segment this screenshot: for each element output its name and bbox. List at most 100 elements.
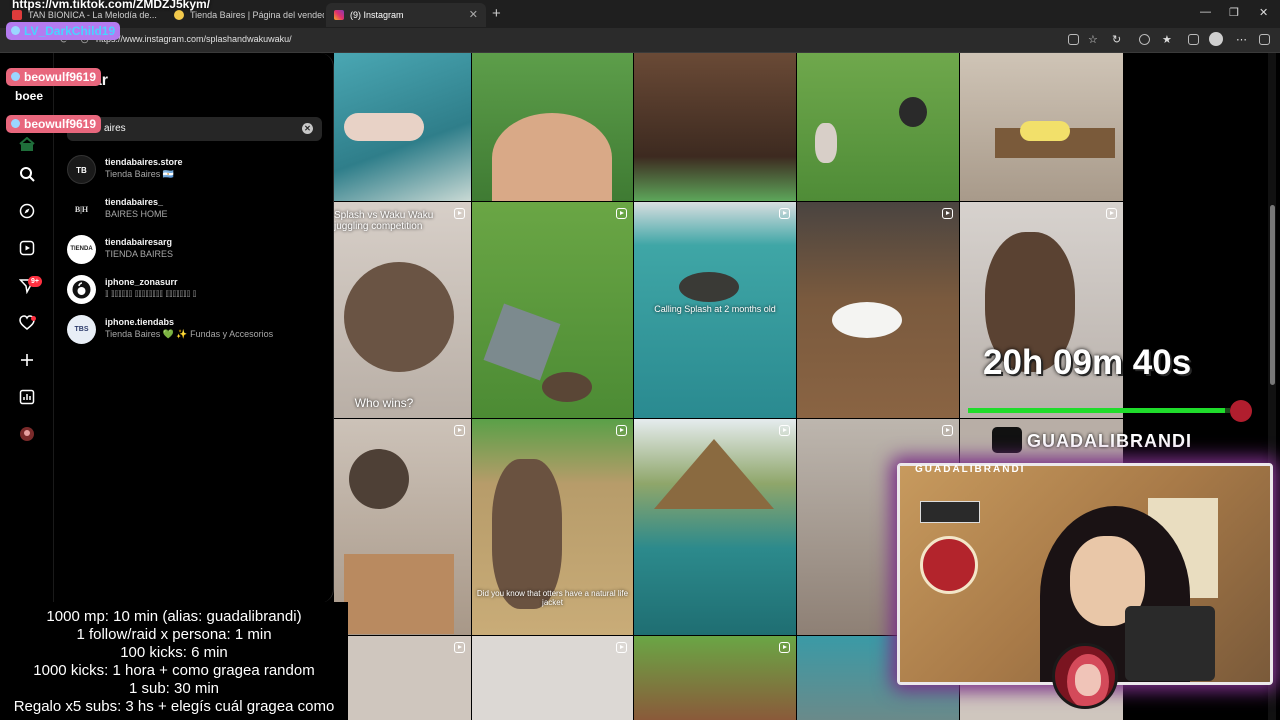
new-tab-icon[interactable]: + xyxy=(492,5,501,22)
post-thumbnail[interactable] xyxy=(797,202,959,418)
home-icon[interactable] xyxy=(18,136,36,155)
post-thumbnail[interactable] xyxy=(472,53,633,201)
result-username: iphone_zonasurr xyxy=(105,277,178,287)
reel-icon xyxy=(454,642,465,653)
reel-icon xyxy=(779,208,790,219)
address-bar: ⟳ ⊙ https://www.instagram.com/splashandw… xyxy=(0,28,1280,53)
streamer-name: GUADALIBRANDI xyxy=(1027,431,1192,451)
hut-roof-image xyxy=(654,439,774,509)
post-thumbnail[interactable] xyxy=(960,53,1123,201)
browser-tab-active[interactable]: (9) Instagram ✕ xyxy=(326,3,486,27)
dashboard-icon[interactable] xyxy=(18,389,36,407)
streamer-avatar xyxy=(1052,643,1118,709)
result-name: Tienda Baires 💚 ✨ Fundas y Accesorios xyxy=(105,329,274,339)
post-thumbnail[interactable] xyxy=(472,202,633,418)
clear-search-icon[interactable]: ✕ xyxy=(302,123,313,134)
otter-image xyxy=(899,97,927,127)
post-thumbnail[interactable] xyxy=(634,419,796,635)
scrollbar-thumb[interactable] xyxy=(1270,205,1275,385)
search-result[interactable]: TB tiendabaires.store Tienda Baires 🇦🇷 xyxy=(60,152,325,188)
screen: TAN BIONICA - La Melodía de... Tienda Ba… xyxy=(0,0,1280,720)
rule-line: 1 follow/raid x persona: 1 min xyxy=(76,626,272,643)
result-name: Tienda Baires 🇦🇷 xyxy=(105,169,174,179)
search-query: aires xyxy=(104,123,126,134)
reel-icon xyxy=(1106,208,1117,219)
more-menu-icon[interactable]: ⋯ xyxy=(1236,33,1247,46)
tab-label: TAN BIONICA - La Melodía de... xyxy=(28,10,157,20)
chicken-image xyxy=(815,123,837,163)
result-name: TIENDA BAIRES xyxy=(105,249,174,259)
tab-label: (9) Instagram xyxy=(350,10,404,20)
result-username: tiendabaires.store xyxy=(105,157,183,167)
rule-line: 1 sub: 30 min xyxy=(128,680,220,697)
post-thumbnail[interactable]: Calling Splash at 2 months old xyxy=(634,202,796,418)
profile-icon[interactable] xyxy=(18,426,36,444)
shield-icon[interactable] xyxy=(1188,34,1199,45)
hand-image xyxy=(344,113,424,141)
search-icon[interactable] xyxy=(18,166,36,184)
url-field[interactable]: https://www.instagram.com/splashandwakuw… xyxy=(96,34,292,44)
streamer-avatar-icon xyxy=(992,427,1022,453)
otter-image xyxy=(349,449,409,509)
subathon-timer: 20h 09m 40s xyxy=(983,343,1192,382)
post-thumbnail[interactable] xyxy=(797,53,959,201)
post-thumbnail[interactable] xyxy=(334,636,471,720)
result-avatar: TB xyxy=(67,155,96,184)
reel-icon xyxy=(616,642,627,653)
result-avatar: TIENDA xyxy=(67,235,96,264)
post-caption: Splash vs Waku Waku juggling competition xyxy=(334,210,434,232)
post-thumbnail[interactable] xyxy=(472,636,633,720)
favorites-icon[interactable]: ★ xyxy=(1162,33,1172,46)
post-thumbnail[interactable]: Did you know that otters have a natural … xyxy=(472,419,633,635)
refresh-extension-icon[interactable]: ↻ xyxy=(1112,33,1121,46)
timer-progress-fill xyxy=(968,408,1225,413)
post-thumbnail[interactable] xyxy=(634,636,796,720)
restore-icon[interactable]: ❐ xyxy=(1229,6,1239,19)
notification-dot xyxy=(31,316,36,321)
close-window-icon[interactable]: ✕ xyxy=(1259,6,1268,19)
post-thumbnail[interactable] xyxy=(334,419,471,635)
rule-line: 100 kicks: 6 min xyxy=(120,644,228,661)
post-caption: Did you know that otters have a natural … xyxy=(476,589,629,607)
sidebar-toggle-icon[interactable] xyxy=(1259,34,1270,45)
rule-line: Regalo x5 subs: 3 hs + elegís cuál grage… xyxy=(13,698,335,715)
close-tab-icon[interactable]: ✕ xyxy=(469,8,478,21)
post-thumbnail[interactable] xyxy=(334,53,471,201)
post-caption: Calling Splash at 2 months old xyxy=(654,304,776,314)
notifications-badge: 9+ xyxy=(28,276,42,287)
post-thumbnail[interactable]: Splash vs Waku Waku juggling competition… xyxy=(334,202,471,418)
result-username: tiendabairesarg xyxy=(105,237,173,247)
rule-line: 1000 kicks: 1 hora + como gragea random xyxy=(33,662,315,679)
webcam-label: GUADALIBRANDI xyxy=(915,464,1026,475)
result-name: BAIRES HOME xyxy=(105,209,168,219)
result-name: 𝕀 𝕀𝕀𝕀𝕀𝕀𝕀 𝕀𝕀𝕀𝕀𝕀𝕀𝕀𝕀 𝕀𝕀𝕀𝕀𝕀𝕀𝕀 𝕀 xyxy=(105,289,197,299)
reel-icon xyxy=(942,425,953,436)
explore-icon[interactable] xyxy=(18,203,36,221)
grid-icon[interactable] xyxy=(1068,34,1079,45)
favorite-star-icon[interactable]: ☆ xyxy=(1088,33,1098,46)
search-input[interactable]: aires ✕ xyxy=(67,117,322,141)
post-thumbnail[interactable] xyxy=(960,202,1123,418)
create-icon[interactable] xyxy=(18,352,36,370)
otter-image xyxy=(344,262,454,372)
extension-icon[interactable] xyxy=(1139,34,1150,45)
result-username: iphone.tiendabs xyxy=(105,317,175,327)
search-result[interactable]: iphone_zonasurr 𝕀 𝕀𝕀𝕀𝕀𝕀𝕀 𝕀𝕀𝕀𝕀𝕀𝕀𝕀𝕀 𝕀𝕀𝕀𝕀𝕀𝕀… xyxy=(60,272,325,308)
platform-sign-image xyxy=(920,536,978,594)
reels-icon[interactable] xyxy=(18,240,36,258)
store-favicon-icon xyxy=(174,10,184,20)
post-thumbnail[interactable] xyxy=(634,53,796,201)
result-avatar xyxy=(67,275,96,304)
search-result[interactable]: TBS iphone.tiendabs Tienda Baires 💚 ✨ Fu… xyxy=(60,312,325,348)
hogwarts-sign-image xyxy=(920,501,980,523)
profile-avatar[interactable] xyxy=(1209,32,1223,46)
result-avatar: TBS xyxy=(67,315,96,344)
search-result[interactable]: TIENDA tiendabairesarg TIENDA BAIRES xyxy=(60,232,325,268)
food-image xyxy=(344,554,454,634)
tab-label: Tienda Baires | Página del vendedor xyxy=(190,10,324,20)
microphone-image xyxy=(1125,606,1215,681)
reel-icon xyxy=(779,425,790,436)
minimize-icon[interactable]: — xyxy=(1200,6,1211,18)
result-username: tiendabaires_ xyxy=(105,197,164,207)
search-result[interactable]: B|H tiendabaires_ BAIRES HOME xyxy=(60,192,325,228)
